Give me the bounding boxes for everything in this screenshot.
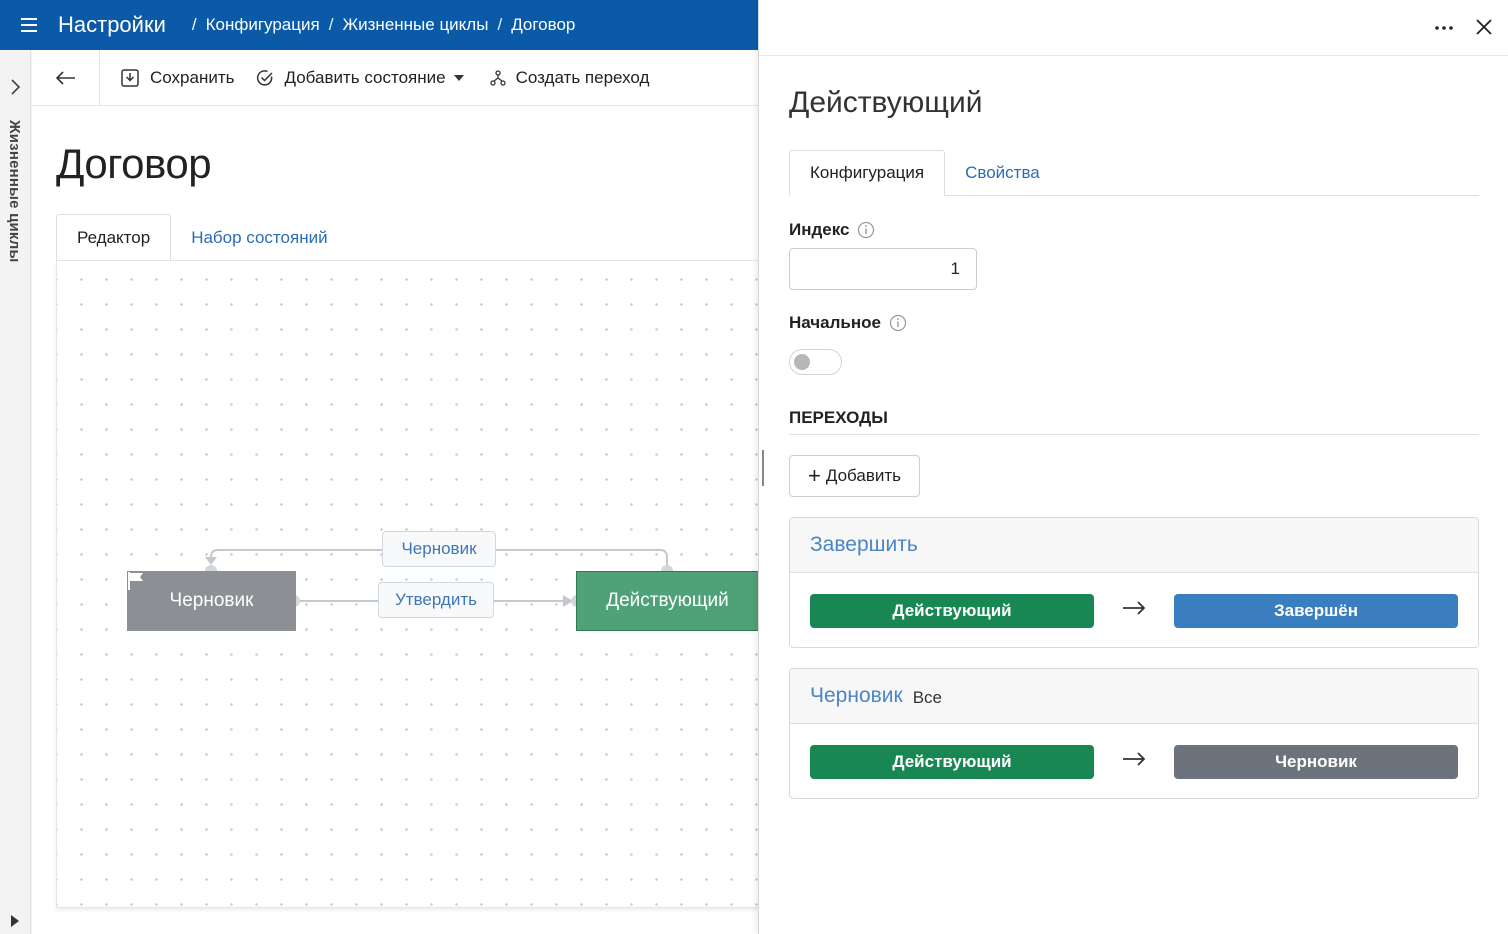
save-icon bbox=[121, 68, 139, 87]
breadcrumb-item-contract[interactable]: Договор bbox=[511, 15, 575, 35]
transition-from-state: Действующий bbox=[810, 745, 1094, 779]
breadcrumb-separator: / bbox=[328, 15, 334, 34]
index-label-text: Индекс bbox=[789, 220, 850, 239]
play-icon[interactable] bbox=[10, 914, 20, 928]
breadcrumb-separator: / bbox=[497, 15, 503, 34]
save-button[interactable]: Сохранить bbox=[120, 68, 234, 88]
state-node-label: Черновик bbox=[169, 590, 254, 611]
index-input[interactable] bbox=[789, 248, 977, 290]
save-label: Сохранить bbox=[150, 67, 235, 87]
transition-to-state: Завершён bbox=[1174, 594, 1458, 628]
transition-card: Завершить Действующий Завершён bbox=[789, 517, 1479, 648]
edge-arrowhead bbox=[205, 557, 217, 565]
section-divider bbox=[789, 434, 1479, 435]
flag-icon bbox=[128, 572, 143, 590]
transition-card-body: Действующий Завершён bbox=[790, 573, 1478, 647]
page-tabs: Редактор Набор состояний bbox=[56, 214, 348, 261]
back-button[interactable] bbox=[32, 49, 100, 106]
close-icon[interactable] bbox=[1475, 18, 1493, 36]
index-field-label: Индекс bbox=[789, 220, 875, 240]
create-transition-label: Создать переход bbox=[515, 67, 650, 87]
transition-card-body: Действующий Черновик bbox=[790, 724, 1478, 798]
transitions-section-title: ПЕРЕХОДЫ bbox=[789, 408, 888, 427]
toggle-knob bbox=[794, 354, 810, 370]
transition-card-header[interactable]: Черновик Все bbox=[790, 669, 1478, 724]
main-content: Сохранить Добавить состояние Создать пер… bbox=[32, 49, 758, 934]
info-icon[interactable] bbox=[889, 314, 907, 332]
info-icon[interactable] bbox=[857, 221, 875, 239]
transition-to-state: Черновик bbox=[1174, 745, 1458, 779]
add-transition-button[interactable]: + Добавить bbox=[789, 455, 920, 497]
plus-icon: + bbox=[808, 463, 821, 488]
transition-name[interactable]: Завершить bbox=[810, 533, 918, 557]
tab-properties[interactable]: Свойства bbox=[945, 150, 1060, 196]
transition-from-state: Действующий bbox=[810, 594, 1094, 628]
rail-label[interactable]: Жизненные циклы bbox=[6, 120, 23, 263]
add-transition-label: Добавить bbox=[825, 466, 901, 485]
state-node-label: Действующий bbox=[606, 590, 729, 611]
panel-title: Действующий bbox=[789, 86, 983, 119]
breadcrumb-item-configuration[interactable]: Конфигурация bbox=[206, 15, 320, 35]
arrow-right-icon bbox=[1123, 601, 1146, 615]
transition-card-header[interactable]: Завершить bbox=[790, 518, 1478, 573]
tab-editor[interactable]: Редактор bbox=[56, 214, 172, 261]
add-state-button[interactable]: Добавить состояние bbox=[256, 67, 464, 88]
breadcrumb-item-lifecycles[interactable]: Жизненные циклы bbox=[342, 15, 488, 35]
transition-name[interactable]: Черновик bbox=[810, 684, 903, 708]
diagram-canvas[interactable]: Черновик Действующий Черновик Утвердить bbox=[56, 260, 758, 908]
tab-state-set[interactable]: Набор состояний bbox=[171, 214, 347, 261]
chevron-right-icon[interactable] bbox=[8, 78, 22, 96]
page-title: Договор bbox=[56, 140, 212, 187]
initial-label-text: Начальное bbox=[789, 313, 881, 332]
arrow-right-icon bbox=[1123, 752, 1146, 766]
create-transition-button[interactable]: Создать переход bbox=[489, 67, 650, 88]
caret-down-icon bbox=[453, 74, 464, 81]
panel-resize-handle[interactable] bbox=[762, 450, 764, 486]
add-state-label: Добавить состояние bbox=[284, 67, 446, 87]
top-bar: Настройки / Конфигурация / Жизненные цик… bbox=[0, 0, 758, 50]
menu-button[interactable] bbox=[0, 0, 58, 50]
hamburger-icon bbox=[21, 18, 37, 32]
state-node-draft[interactable]: Черновик bbox=[127, 571, 296, 631]
tab-configuration[interactable]: Конфигурация bbox=[789, 150, 946, 196]
initial-field-label: Начальное bbox=[789, 313, 907, 333]
panel-tabs: Конфигурация Свойства bbox=[789, 150, 1479, 196]
transition-scope: Все bbox=[912, 687, 943, 707]
breadcrumb-separator: / bbox=[191, 15, 197, 34]
edge-label-approve[interactable]: Утвердить bbox=[378, 582, 494, 618]
check-circle-icon bbox=[257, 69, 274, 86]
breadcrumb: / Конфигурация / Жизненные циклы / Догов… bbox=[192, 15, 576, 35]
more-icon[interactable] bbox=[1435, 18, 1453, 38]
initial-toggle[interactable] bbox=[789, 349, 842, 375]
state-details-panel: Действующий Конфигурация Свойства Индекс… bbox=[758, 0, 1508, 934]
panel-header bbox=[759, 0, 1508, 56]
flow-icon bbox=[489, 69, 506, 86]
state-node-active[interactable]: Действующий bbox=[576, 571, 758, 631]
side-rail: Жизненные циклы bbox=[0, 50, 31, 934]
toolbar: Сохранить Добавить состояние Создать пер… bbox=[32, 49, 758, 106]
edge-label-draft[interactable]: Черновик bbox=[382, 531, 496, 567]
transition-card: Черновик Все Действующий Черновик bbox=[789, 668, 1479, 799]
app-title: Настройки bbox=[58, 12, 166, 37]
arrow-left-icon bbox=[55, 70, 75, 85]
